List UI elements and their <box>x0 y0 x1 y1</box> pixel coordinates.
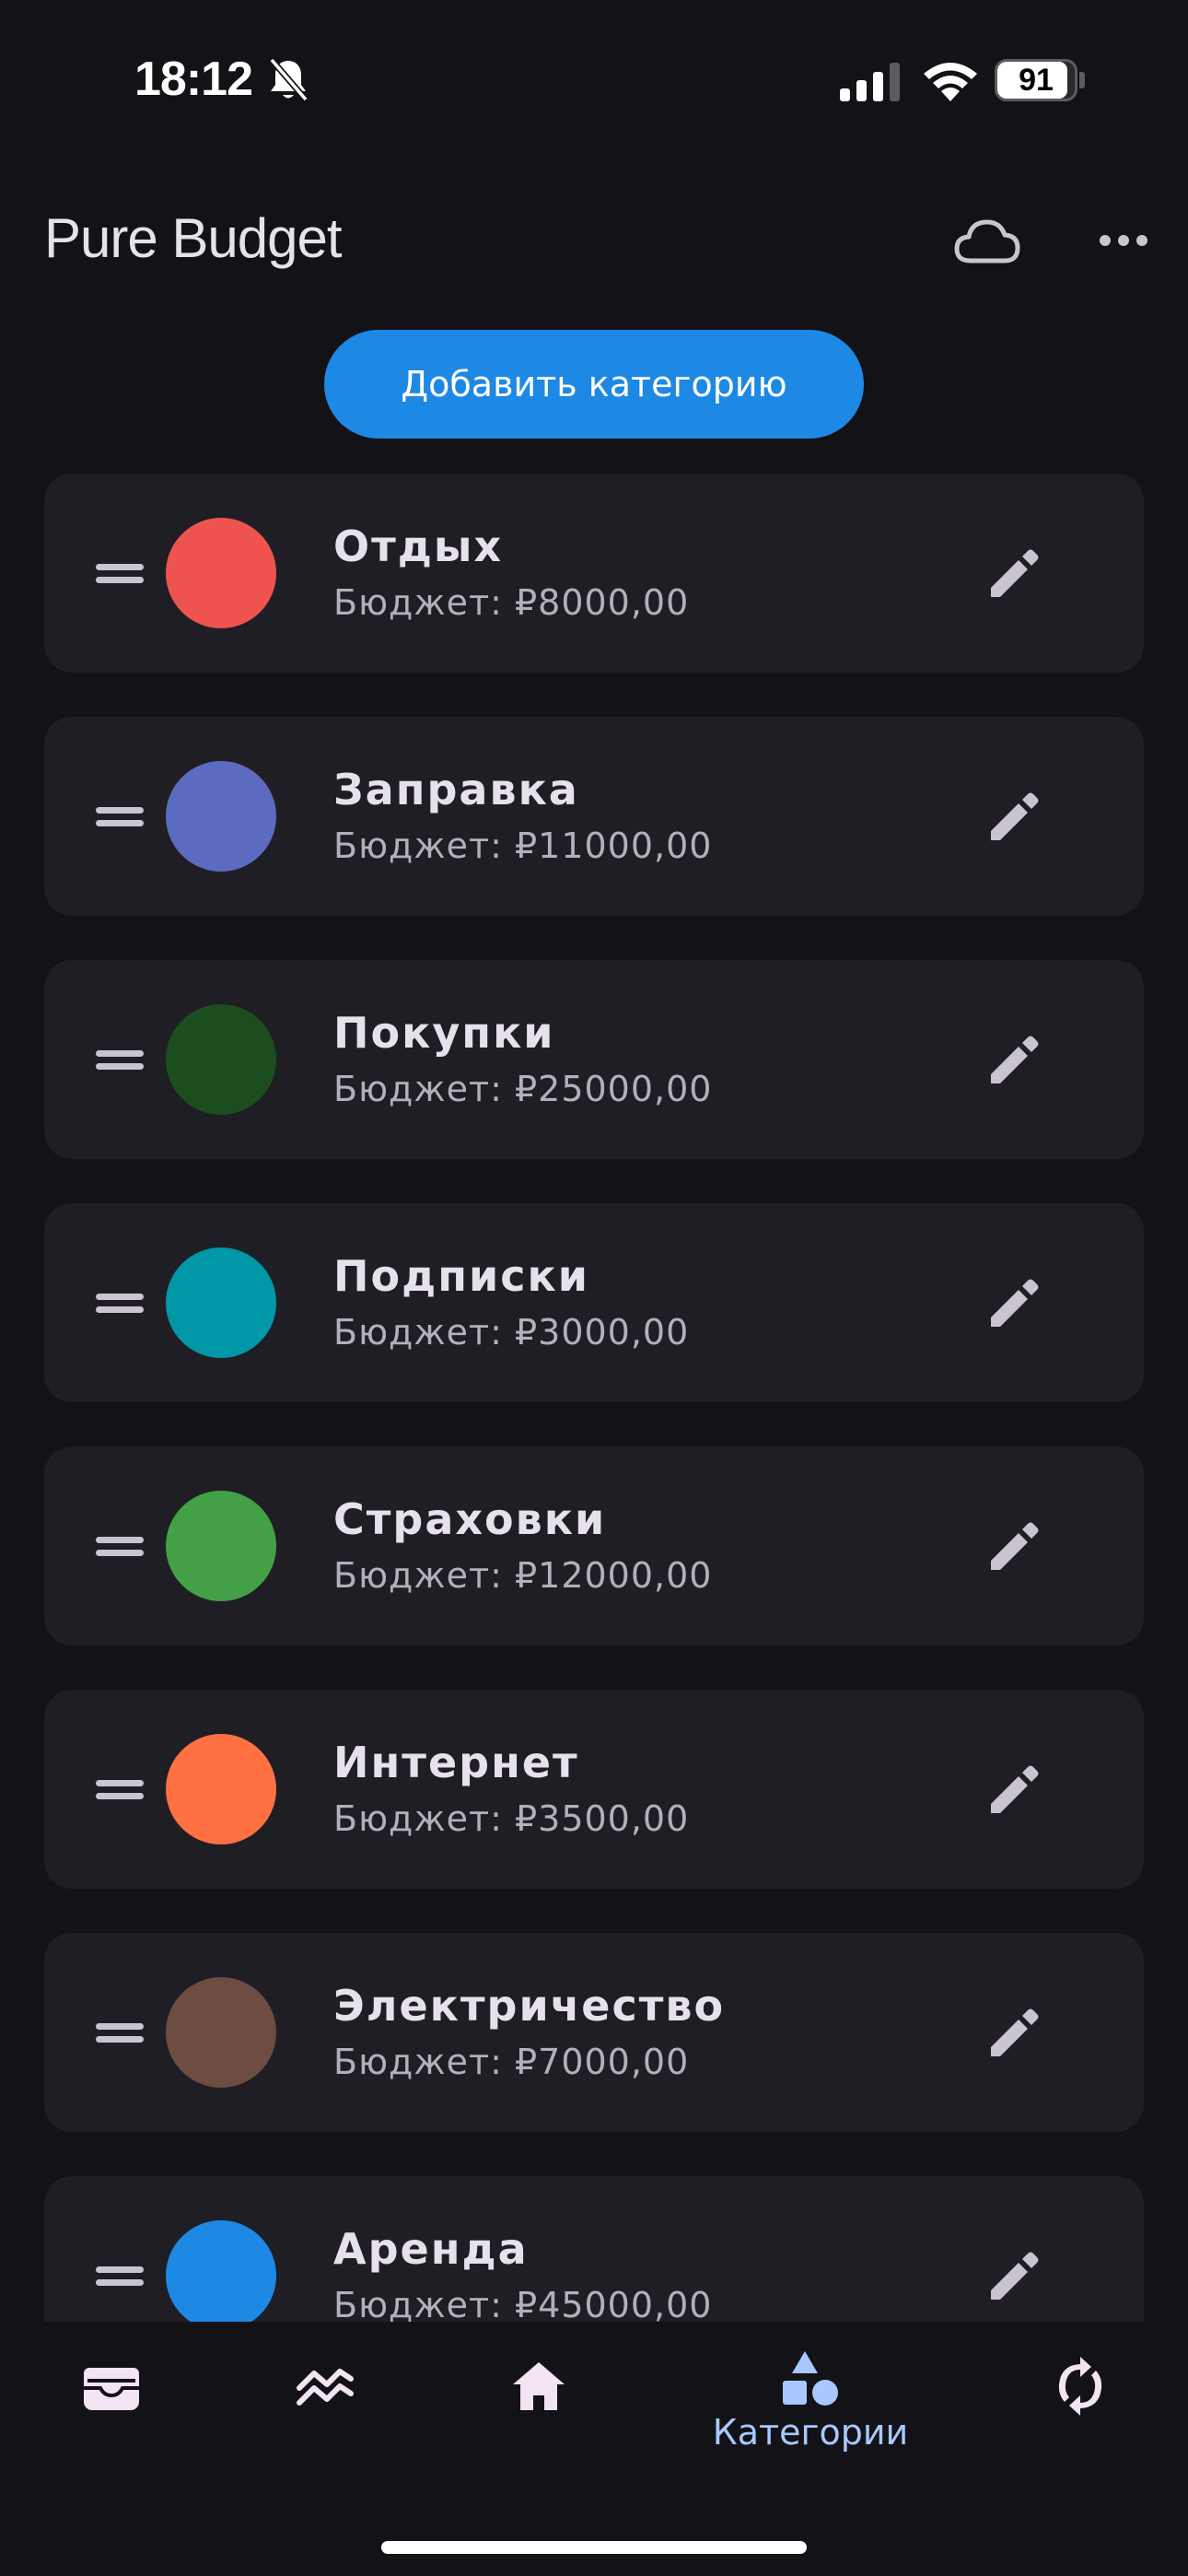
edit-category-button[interactable] <box>978 2239 1052 2313</box>
drag-handle-line <box>96 820 144 826</box>
category-color-dot <box>166 1734 276 1844</box>
category-budget: Бюджет: ₽3500,00 <box>333 1798 690 1839</box>
screen: 18:12 91 Pure Budget Добавить категорию … <box>0 0 1188 2576</box>
categories-icon <box>783 2351 838 2406</box>
drag-handle-icon[interactable] <box>96 558 144 588</box>
drag-handle-line <box>96 2036 144 2043</box>
drag-handle-line <box>96 2023 144 2030</box>
drag-handle-line <box>96 1780 144 1786</box>
home-indicator <box>381 2541 807 2554</box>
nav-wallet[interactable] <box>61 2340 162 2488</box>
category-card[interactable]: Страховки Бюджет: ₽12000,00 <box>44 1446 1144 1645</box>
edit-category-button[interactable] <box>978 1023 1052 1096</box>
edit-category-button[interactable] <box>978 1752 1052 1826</box>
category-budget: Бюджет: ₽3000,00 <box>333 1312 690 1352</box>
pencil-icon <box>991 1036 1039 1083</box>
edit-category-button[interactable] <box>978 1996 1052 2069</box>
category-color-dot <box>166 761 276 872</box>
wallet-icon <box>84 2368 139 2410</box>
nav-recurring[interactable] <box>1030 2340 1131 2488</box>
nav-statistics[interactable] <box>274 2340 376 2488</box>
edit-category-button[interactable] <box>978 1509 1052 1583</box>
category-card[interactable]: Покупки Бюджет: ₽25000,00 <box>44 960 1144 1159</box>
category-budget: Бюджет: ₽45000,00 <box>333 2285 713 2322</box>
drag-handle-icon[interactable] <box>96 1045 144 1074</box>
trending-icon <box>297 2369 354 2406</box>
category-card[interactable]: Подписки Бюджет: ₽3000,00 <box>44 1203 1144 1402</box>
category-name: Аренда <box>333 2224 529 2274</box>
category-name: Подписки <box>333 1251 589 1301</box>
category-card[interactable]: Интернет Бюджет: ₽3500,00 <box>44 1690 1144 1889</box>
drag-handle-line <box>96 1306 144 1313</box>
pencil-icon <box>991 1279 1039 1327</box>
drag-handle-line <box>96 1550 144 1556</box>
category-color-dot <box>166 1004 276 1115</box>
drag-handle-icon[interactable] <box>96 1531 144 1561</box>
pencil-icon <box>991 2252 1039 2300</box>
category-name: Страховки <box>333 1494 607 1544</box>
category-name: Электричество <box>333 1981 726 2031</box>
drag-handle-icon[interactable] <box>96 2018 144 2047</box>
edit-category-button[interactable] <box>978 779 1052 853</box>
bottom-navigation: Категории <box>0 2322 1188 2576</box>
sync-icon <box>1058 2357 1102 2416</box>
drag-handle-line <box>96 2266 144 2273</box>
drag-handle-line <box>96 1050 144 1057</box>
category-budget: Бюджет: ₽8000,00 <box>333 582 690 623</box>
nav-home[interactable] <box>488 2340 589 2488</box>
home-icon <box>513 2362 565 2410</box>
category-card[interactable]: Заправка Бюджет: ₽11000,00 <box>44 717 1144 916</box>
category-card[interactable]: Отдых Бюджет: ₽8000,00 <box>44 474 1144 673</box>
category-budget: Бюджет: ₽7000,00 <box>333 2042 690 2082</box>
category-list: Отдых Бюджет: ₽8000,00 Заправка Бюджет: ₽11… <box>0 0 1188 2322</box>
pencil-icon <box>991 2008 1039 2056</box>
category-name: Интернет <box>333 1738 579 1787</box>
nav-categories[interactable]: Категории <box>681 2340 939 2488</box>
drag-handle-line <box>96 1063 144 1070</box>
category-budget: Бюджет: ₽12000,00 <box>333 1555 713 1596</box>
category-budget: Бюджет: ₽11000,00 <box>333 825 713 866</box>
nav-categories-label: Категории <box>712 2412 909 2453</box>
category-color-dot <box>166 1247 276 1358</box>
drag-handle-line <box>96 1537 144 1543</box>
edit-category-button[interactable] <box>978 536 1052 610</box>
pencil-icon <box>991 1522 1039 1570</box>
pencil-icon <box>991 792 1039 840</box>
category-name: Покупки <box>333 1008 555 1058</box>
drag-handle-icon[interactable] <box>96 1288 144 1317</box>
category-name: Заправка <box>333 765 579 814</box>
category-budget: Бюджет: ₽25000,00 <box>333 1069 713 1109</box>
category-card[interactable]: Аренда Бюджет: ₽45000,00 <box>44 2176 1144 2322</box>
drag-handle-icon[interactable] <box>96 1774 144 1804</box>
drag-handle-line <box>96 2279 144 2286</box>
category-color-dot <box>166 2220 276 2322</box>
drag-handle-line <box>96 807 144 814</box>
category-color-dot <box>166 1977 276 2088</box>
drag-handle-icon[interactable] <box>96 802 144 831</box>
category-color-dot <box>166 518 276 628</box>
drag-handle-line <box>96 564 144 570</box>
category-card[interactable]: Электричество Бюджет: ₽7000,00 <box>44 1933 1144 2132</box>
drag-handle-line <box>96 1793 144 1799</box>
pencil-icon <box>991 549 1039 597</box>
category-name: Отдых <box>333 521 504 571</box>
drag-handle-icon[interactable] <box>96 2261 144 2290</box>
pencil-icon <box>991 1765 1039 1813</box>
edit-category-button[interactable] <box>978 1266 1052 1340</box>
drag-handle-line <box>96 1294 144 1300</box>
category-color-dot <box>166 1491 276 1601</box>
drag-handle-line <box>96 577 144 583</box>
